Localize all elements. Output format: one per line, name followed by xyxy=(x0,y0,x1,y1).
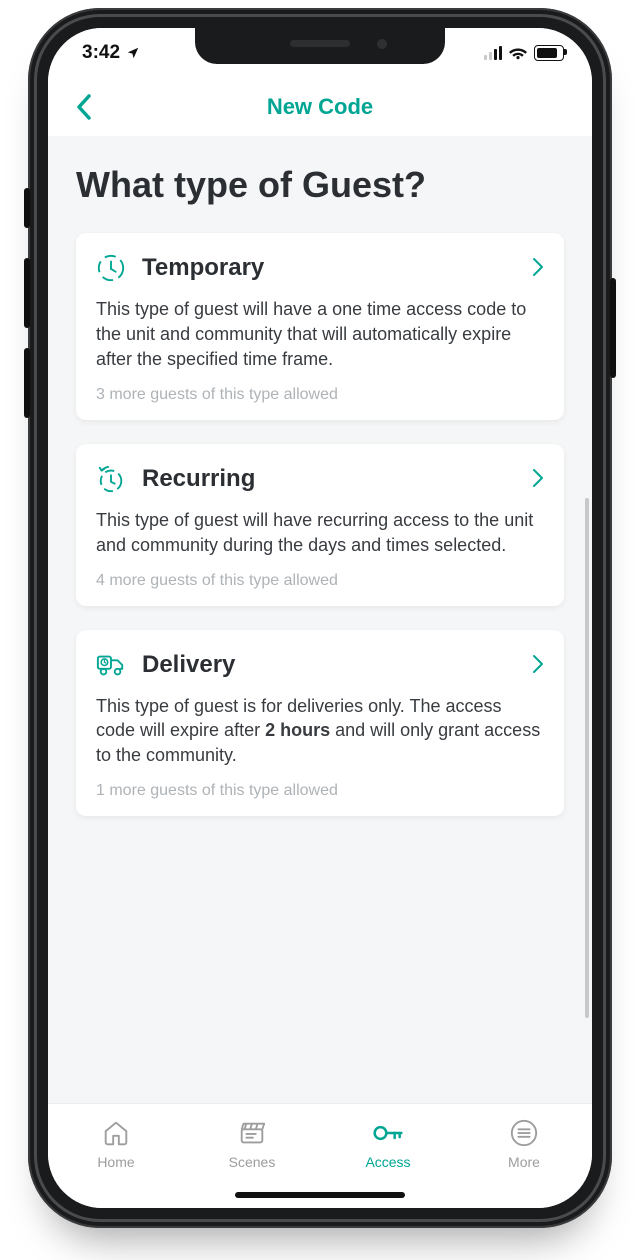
cellular-signal-icon xyxy=(484,46,502,60)
tab-home[interactable]: Home xyxy=(48,1104,184,1208)
tab-label: More xyxy=(508,1154,540,1170)
chevron-right-icon xyxy=(532,468,544,493)
clapperboard-icon xyxy=(237,1118,267,1148)
scrollbar[interactable] xyxy=(585,498,589,1018)
key-icon xyxy=(373,1118,403,1148)
chevron-left-icon xyxy=(75,92,93,122)
card-title: Recurring xyxy=(142,465,255,493)
tab-label: Access xyxy=(365,1154,410,1170)
card-title: Temporary xyxy=(142,254,264,282)
content: What type of Guest? Temporary This type … xyxy=(48,136,592,816)
volume-up-button xyxy=(24,258,30,328)
card-allowance: 3 more guests of this type allowed xyxy=(96,386,544,404)
wifi-icon xyxy=(508,46,528,60)
guest-type-recurring[interactable]: Recurring This type of guest will have r… xyxy=(76,444,564,606)
tab-label: Scenes xyxy=(229,1154,276,1170)
back-button[interactable] xyxy=(64,87,104,127)
tab-label: Home xyxy=(97,1154,134,1170)
more-menu-icon xyxy=(509,1118,539,1148)
card-allowance: 4 more guests of this type allowed xyxy=(96,572,544,590)
home-indicator[interactable] xyxy=(235,1192,405,1198)
card-description: This type of guest will have a one time … xyxy=(96,297,544,371)
notch xyxy=(195,28,445,64)
card-description: This type of guest is for deliveries onl… xyxy=(96,694,544,768)
chevron-right-icon xyxy=(532,654,544,679)
tab-bar: Home Scenes Access More xyxy=(48,1103,592,1208)
card-description: This type of guest will have recurring a… xyxy=(96,508,544,558)
card-allowance: 1 more guests of this type allowed xyxy=(96,782,544,800)
chevron-right-icon xyxy=(532,257,544,282)
home-icon xyxy=(101,1118,131,1148)
status-time: 3:42 xyxy=(82,42,140,64)
side-button xyxy=(24,188,30,228)
clock-icon xyxy=(96,253,126,283)
card-title: Delivery xyxy=(142,651,235,679)
header-title: New Code xyxy=(267,94,373,120)
battery-icon xyxy=(534,45,564,61)
nav-header: New Code xyxy=(48,78,592,136)
guest-type-delivery[interactable]: Delivery This type of guest is for deliv… xyxy=(76,630,564,816)
recurring-clock-icon xyxy=(96,464,126,494)
tab-more[interactable]: More xyxy=(456,1104,592,1208)
guest-type-temporary[interactable]: Temporary This type of guest will have a… xyxy=(76,233,564,419)
location-arrow-icon xyxy=(126,46,140,60)
delivery-truck-icon xyxy=(96,650,126,680)
power-button xyxy=(610,278,616,378)
volume-down-button xyxy=(24,348,30,418)
screen: 3:42 New Code Wh xyxy=(48,28,592,1208)
phone-frame: 3:42 New Code Wh xyxy=(28,8,612,1228)
page-title: What type of Guest? xyxy=(76,164,564,205)
